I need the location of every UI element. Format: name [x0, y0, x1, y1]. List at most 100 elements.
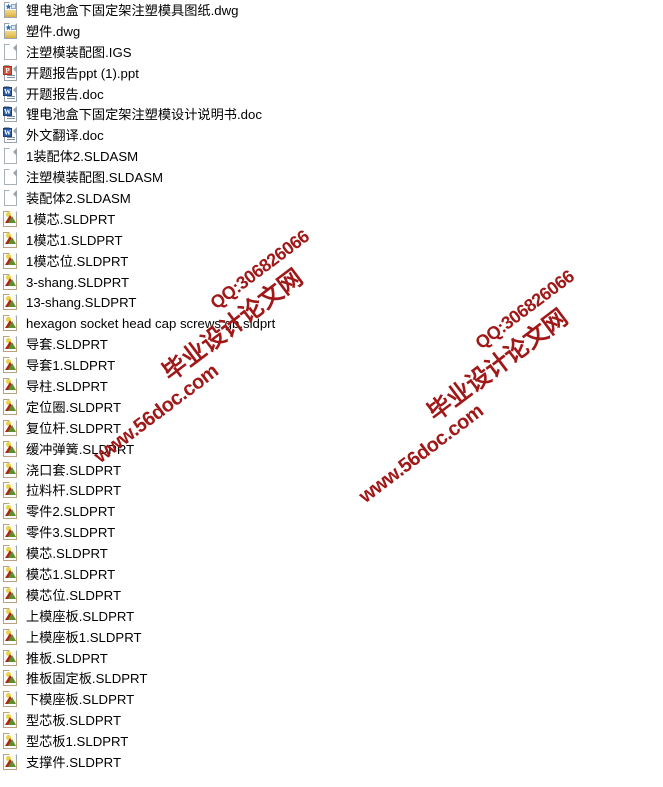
file-name-label: 模芯1.SLDPRT: [26, 566, 116, 582]
file-name-label: 支撑件.SLDPRT: [26, 755, 122, 770]
solidworks-part-icon: [3, 315, 19, 332]
file-row[interactable]: 装配体2.SLDASM: [0, 188, 663, 209]
solidworks-part-icon: [3, 273, 19, 291]
file-row[interactable]: 塑件.dwg: [0, 21, 663, 42]
word-file-icon: W: [3, 85, 19, 103]
file-name-label: 下模座板.SLDPRT: [26, 692, 135, 708]
file-row[interactable]: 浇口套.SLDPRT: [0, 460, 663, 481]
file-name-label: 浇口套.SLDPRT: [26, 462, 122, 478]
file-name-label: 锂电池盒下固定架注塑模设计说明书.doc: [26, 107, 262, 123]
file-row[interactable]: 1模芯位.SLDPRT: [0, 251, 663, 272]
solidworks-part-icon: [3, 231, 19, 249]
file-row[interactable]: 支撑件.SLDPRT: [0, 752, 663, 773]
dwg-file-icon: [3, 22, 19, 40]
file-name-label: 1模芯1.SLDPRT: [26, 232, 123, 248]
file-row[interactable]: 上模座板1.SLDPRT: [0, 627, 663, 648]
file-row[interactable]: 模芯1.SLDPRT: [0, 564, 663, 585]
powerpoint-file-icon: P: [3, 64, 19, 82]
file-name-label: 3-shang.SLDPRT: [26, 274, 130, 290]
solidworks-part-icon: [3, 398, 19, 416]
file-list[interactable]: 锂电池盒下固定架注塑模具图纸.dwg 塑件.dwg 注塑模装配图.IGS P 开题报告p…: [0, 0, 663, 773]
file-name-label: 装配体2.SLDASM: [26, 190, 131, 206]
dwg-file-icon: [3, 1, 19, 19]
solidworks-part-icon: [3, 294, 19, 311]
file-row[interactable]: P 开题报告ppt (1).ppt: [0, 63, 663, 84]
solidworks-part-icon: [3, 607, 19, 625]
solidworks-part-icon: [3, 377, 19, 395]
file-row[interactable]: 复位杆.SLDPRT: [0, 418, 663, 439]
file-row[interactable]: 模芯位.SLDPRT: [0, 585, 663, 606]
file-name-label: 零件2.SLDPRT: [26, 504, 116, 520]
file-name-label: 模芯位.SLDPRT: [26, 587, 122, 603]
file-row[interactable]: 上模座板.SLDPRT: [0, 606, 663, 627]
file-row[interactable]: 定位圈.SLDPRT: [0, 397, 663, 418]
solidworks-part-icon: [3, 691, 19, 708]
solidworks-part-icon: [3, 628, 19, 646]
solidworks-part-icon: [3, 733, 19, 750]
file-row[interactable]: 缓冲弹簧.SLDPRT: [0, 439, 663, 460]
solidworks-part-icon: [3, 210, 19, 228]
file-name-label: 拉料杆.SLDPRT: [26, 483, 122, 499]
file-row[interactable]: 注塑模装配图.SLDASM: [0, 167, 663, 188]
solidworks-part-icon: [3, 503, 19, 520]
file-row[interactable]: 零件3.SLDPRT: [0, 522, 663, 543]
file-row[interactable]: 导套.SLDPRT: [0, 334, 663, 355]
file-row[interactable]: 型芯板1.SLDPRT: [0, 731, 663, 752]
solidworks-part-icon: [3, 336, 19, 353]
solidworks-part-icon: [3, 524, 19, 541]
file-row[interactable]: 导套1.SLDPRT: [0, 355, 663, 376]
file-row[interactable]: 锂电池盒下固定架注塑模具图纸.dwg: [0, 0, 663, 21]
file-name-label: 推板.SLDPRT: [26, 650, 108, 666]
file-name-label: 上模座板.SLDPRT: [26, 608, 135, 624]
file-name-label: 1模芯.SLDPRT: [26, 211, 116, 227]
file-name-label: 模芯.SLDPRT: [26, 546, 108, 562]
solidworks-part-icon: [3, 482, 19, 499]
file-row[interactable]: 模芯.SLDPRT: [0, 543, 663, 564]
file-name-label: 锂电池盒下固定架注塑模具图纸.dwg: [26, 2, 239, 18]
file-row[interactable]: 型芯板.SLDPRT: [0, 710, 663, 731]
file-row[interactable]: W 外文翻译.doc: [0, 125, 663, 146]
file-row[interactable]: 下模座板.SLDPRT: [0, 689, 663, 710]
file-row[interactable]: 推板固定板.SLDPRT: [0, 669, 663, 690]
solidworks-part-icon: [3, 670, 19, 687]
solidworks-part-icon: [3, 586, 19, 604]
file-name-label: 导套1.SLDPRT: [26, 358, 116, 374]
file-name-label: 塑件.dwg: [26, 23, 81, 39]
solidworks-part-icon: [3, 545, 19, 562]
solidworks-part-icon: [3, 252, 19, 270]
file-name-label: 定位圈.SLDPRT: [26, 399, 122, 415]
file-name-label: 注塑模装配图.IGS: [26, 44, 132, 60]
file-name-label: 零件3.SLDPRT: [26, 525, 116, 541]
file-row[interactable]: 1模芯1.SLDPRT: [0, 230, 663, 251]
file-row[interactable]: 3-shang.SLDPRT: [0, 272, 663, 293]
file-row[interactable]: W 锂电池盒下固定架注塑模设计说明书.doc: [0, 104, 663, 125]
solidworks-part-icon: [3, 565, 19, 583]
file-name-label: 型芯板1.SLDPRT: [26, 734, 129, 750]
file-row[interactable]: hexagon socket head cap screws gb.sldprt: [0, 313, 663, 334]
file-row[interactable]: 1模芯.SLDPRT: [0, 209, 663, 230]
file-row[interactable]: W 开题报告.doc: [0, 84, 663, 105]
generic-file-icon: [3, 169, 19, 186]
word-file-icon: W: [3, 127, 19, 144]
generic-file-icon: [3, 148, 19, 165]
file-name-label: hexagon socket head cap screws gb.sldprt: [26, 316, 276, 332]
file-row[interactable]: 推板.SLDPRT: [0, 648, 663, 669]
solidworks-part-icon: [3, 712, 19, 729]
solidworks-part-icon: [3, 461, 19, 479]
file-name-label: 推板固定板.SLDPRT: [26, 671, 148, 687]
file-row[interactable]: 注塑模装配图.IGS: [0, 42, 663, 63]
file-row[interactable]: 拉料杆.SLDPRT: [0, 480, 663, 501]
file-name-label: 型芯板.SLDPRT: [26, 713, 122, 729]
solidworks-part-icon: [3, 754, 19, 771]
file-name-label: 导柱.SLDPRT: [26, 378, 108, 394]
solidworks-part-icon: [3, 419, 19, 437]
file-row[interactable]: 导柱.SLDPRT: [0, 376, 663, 397]
file-name-label: 开题报告.doc: [26, 86, 104, 102]
file-name-label: 13-shang.SLDPRT: [26, 295, 137, 311]
file-row[interactable]: 零件2.SLDPRT: [0, 501, 663, 522]
generic-file-icon: [3, 189, 19, 207]
word-file-icon: W: [3, 106, 19, 123]
file-row[interactable]: 13-shang.SLDPRT: [0, 292, 663, 313]
file-row[interactable]: 1装配体2.SLDASM: [0, 146, 663, 167]
file-name-label: 1装配体2.SLDASM: [26, 149, 139, 165]
